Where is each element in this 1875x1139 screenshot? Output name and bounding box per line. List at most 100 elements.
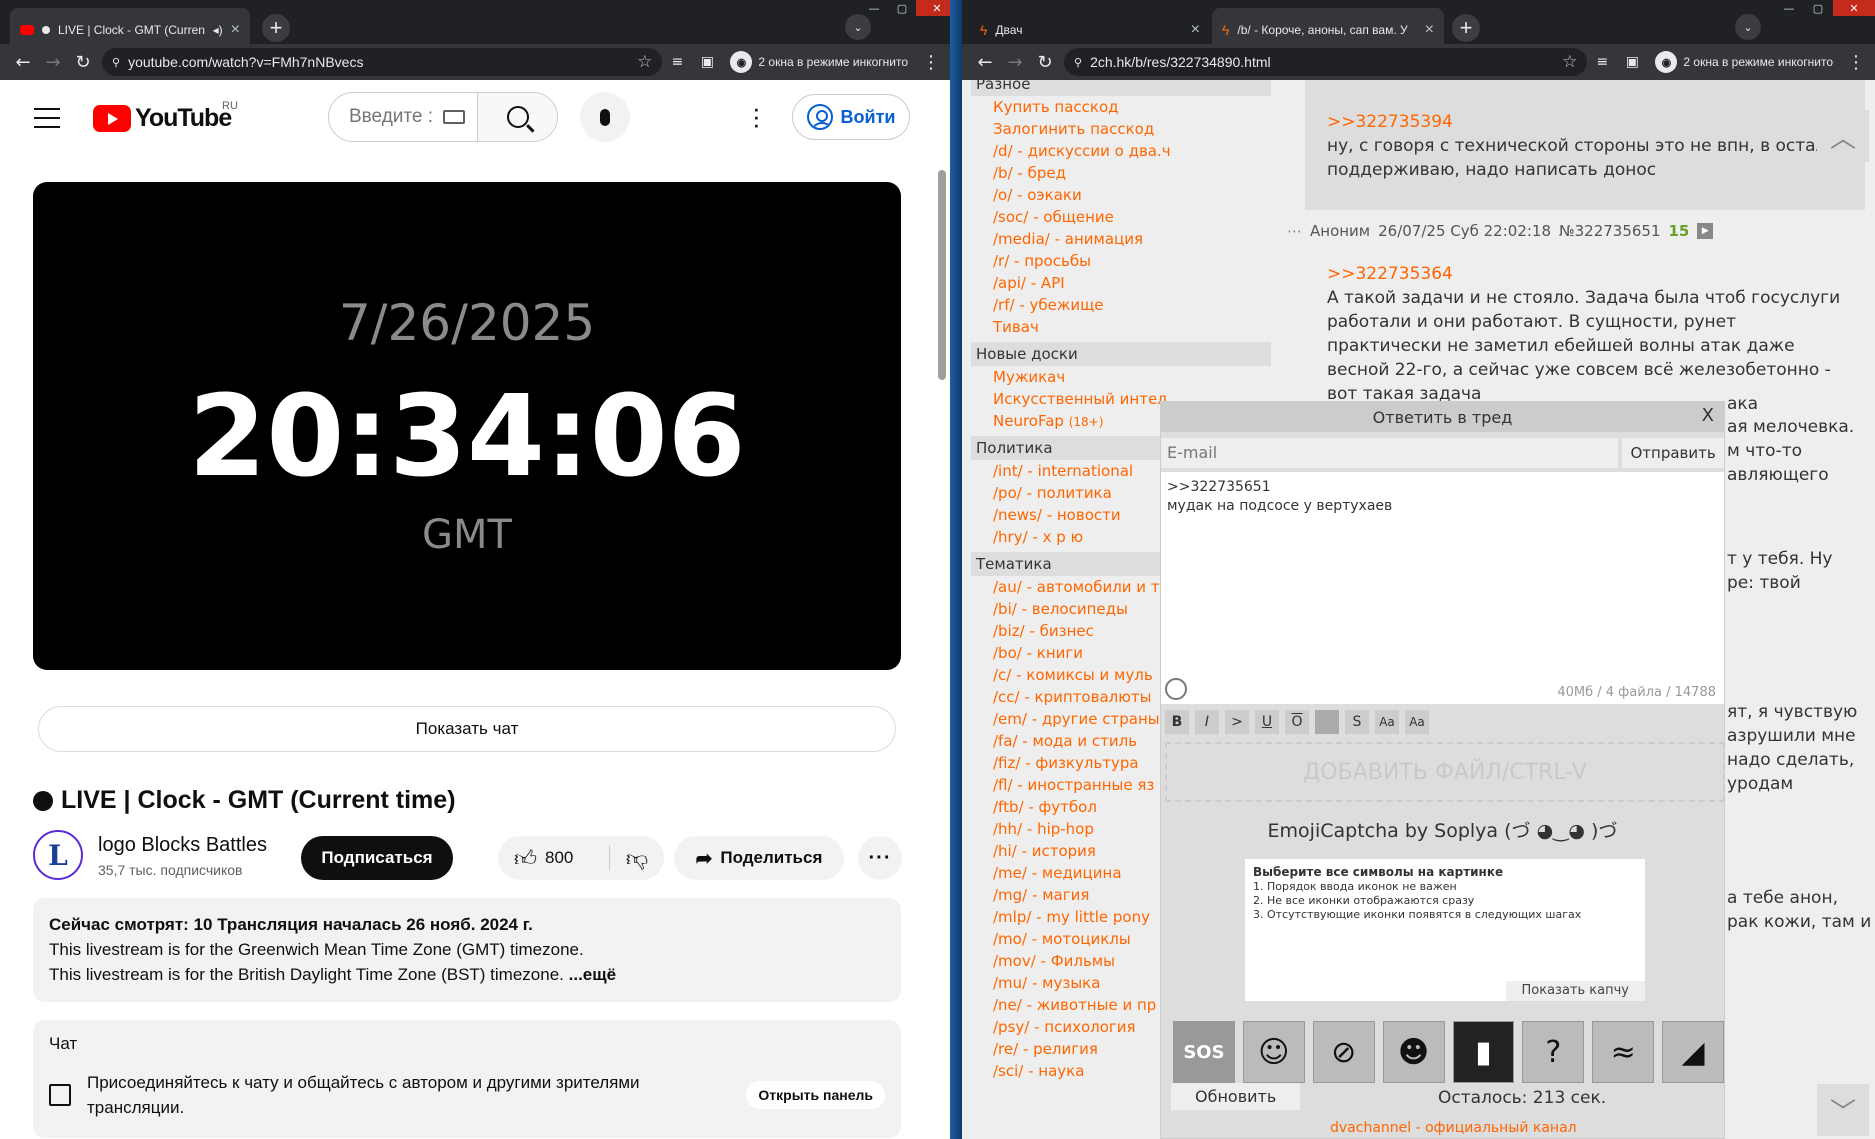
search-button[interactable] — [477, 93, 557, 141]
send-button[interactable]: Отправить — [1622, 438, 1724, 468]
side-panel-icon[interactable]: ▣ — [692, 48, 722, 76]
overline-button[interactable]: O — [1285, 710, 1309, 734]
site-info-icon[interactable]: ⚲ — [1074, 56, 1082, 69]
scroll-down-icon[interactable]: ﹀ — [1817, 1084, 1869, 1136]
page-scrollbar[interactable] — [938, 170, 946, 380]
board-link[interactable]: Залогинить пасскод — [971, 118, 1271, 140]
browser-menu-icon[interactable]: ⋮ — [916, 48, 946, 76]
cook-icon[interactable]: ☺ — [1242, 1021, 1305, 1083]
incognito-indicator[interactable]: ◉ 2 окна в режиме инкогнито — [722, 51, 916, 73]
bookmark-star-icon[interactable]: ☆ — [637, 52, 652, 72]
show-captcha-button[interactable]: Показать капчу — [1505, 981, 1645, 1001]
board-link[interactable]: /soc/ - общение — [971, 206, 1271, 228]
board-link[interactable]: /b/ - бред — [971, 162, 1271, 184]
side-panel-icon[interactable]: ▣ — [1617, 48, 1647, 76]
show-chat-button[interactable]: Показать чат — [38, 706, 896, 752]
board-link[interactable]: /media/ - анимация — [971, 228, 1271, 250]
superscript-button[interactable]: Aa — [1375, 710, 1399, 734]
close-tab-icon[interactable]: × — [1191, 21, 1200, 39]
youtube-logo[interactable]: YouTube — [93, 104, 232, 133]
message-textarea[interactable]: >>322735651 мудак на подсосе у вертухаев… — [1161, 472, 1724, 704]
signal-icon[interactable]: ▮ — [1452, 1021, 1515, 1083]
browser-menu-icon[interactable]: ⋮ — [1841, 48, 1871, 76]
new-tab-button[interactable]: + — [262, 14, 290, 42]
subscript-button[interactable]: Aa — [1405, 710, 1429, 734]
refresh-button[interactable]: Обновить — [1171, 1083, 1301, 1110]
search-input[interactable]: Введите : — [329, 93, 477, 141]
spoiler-button[interactable] — [1315, 710, 1339, 734]
address-bar[interactable]: ⚲ 2ch.hk/b/res/322734890.html ☆ — [1064, 48, 1588, 76]
address-bar[interactable]: ⚲ youtube.com/watch?v=FMh7nNBvecs ☆ — [102, 48, 663, 76]
subscribe-button[interactable]: Подписаться — [301, 836, 453, 880]
board-link[interactable]: /api/ - API — [971, 272, 1271, 294]
sos-icon[interactable]: SOS — [1173, 1021, 1235, 1083]
board-link[interactable]: /o/ - оэкаки — [971, 184, 1271, 206]
share-button[interactable]: ➦ Поделиться — [674, 836, 844, 880]
keyboard-icon[interactable] — [443, 110, 466, 124]
more-link[interactable]: ...ещё — [569, 965, 616, 984]
post-expand-icon[interactable]: ▶ — [1697, 223, 1714, 239]
voice-search-button[interactable] — [580, 92, 630, 142]
post-reply-link[interactable]: >>322735394 — [1327, 110, 1843, 134]
board-link[interactable]: Мужикач — [971, 366, 1271, 388]
audio-icon[interactable]: ◂) — [213, 23, 223, 37]
like-button[interactable]: 👍︎ 800 — [498, 845, 610, 872]
board-link[interactable]: /rf/ - убежище — [971, 294, 1271, 316]
incognito-indicator[interactable]: ◉ 2 окна в режиме инкогнито — [1647, 51, 1841, 73]
hamburger-menu-icon[interactable] — [34, 108, 60, 128]
ramen-icon[interactable]: ◢ — [1662, 1021, 1724, 1083]
post-menu-dots-icon[interactable]: ⋯ — [1287, 222, 1302, 240]
more-actions-icon[interactable]: ··· — [858, 836, 902, 880]
post-number[interactable]: №322735651 — [1559, 222, 1661, 240]
footer-link[interactable]: dvachannel - официальный канал — [1330, 1120, 1577, 1136]
video-player[interactable]: 7/26/2025 20:34:06 GMT — [33, 182, 901, 670]
forward-icon[interactable]: → — [1000, 48, 1030, 76]
new-tab-button[interactable]: + — [1452, 14, 1480, 42]
media-control-icon[interactable]: ≡ — [662, 48, 692, 76]
file-dropzone[interactable]: ДОБАВИТЬ ФАЙЛ/CTRL-V — [1165, 742, 1725, 802]
tab-search-icon[interactable]: ⌄ — [845, 14, 871, 40]
board-link[interactable]: Купить пасскод — [971, 96, 1271, 118]
back-icon[interactable]: ← — [8, 48, 38, 76]
back-icon[interactable]: ← — [970, 48, 1000, 76]
board-link[interactable]: Тивач — [971, 316, 1271, 338]
login-button[interactable]: Войти — [792, 94, 910, 140]
email-field[interactable]: E-mail — [1161, 438, 1619, 468]
close-window-icon[interactable]: ✕ — [1833, 0, 1875, 16]
bookmark-star-icon[interactable]: ☆ — [1562, 52, 1577, 72]
minimize-icon[interactable]: — — [1775, 0, 1803, 16]
question-icon[interactable]: ? — [1522, 1021, 1585, 1083]
dislike-button[interactable]: 👎︎ — [610, 845, 664, 872]
reload-icon[interactable]: ↻ — [68, 48, 98, 76]
bold-button[interactable]: B — [1165, 710, 1189, 734]
anon-toggle-icon[interactable] — [1165, 678, 1187, 700]
reload-icon[interactable]: ↻ — [1030, 48, 1060, 76]
muted-icon[interactable]: ⊘ — [1312, 1021, 1375, 1083]
channel-name[interactable]: logo Blocks Battles — [98, 834, 267, 857]
settings-dots-icon[interactable]: · · · — [752, 95, 761, 137]
reply-form-header[interactable]: Ответить в тред X — [1161, 402, 1724, 432]
maximize-icon[interactable]: ▢ — [1803, 0, 1833, 16]
board-link[interactable]: /r/ - просьбы — [971, 250, 1271, 272]
post-reply-link[interactable]: >>322735364 — [1327, 262, 1843, 286]
open-panel-button[interactable]: Открыть панель — [746, 1081, 885, 1109]
minimize-icon[interactable]: — — [860, 0, 888, 16]
scroll-up-icon[interactable]: ︿ — [1817, 110, 1869, 162]
forward-icon[interactable]: → — [38, 48, 68, 76]
swimmer-icon[interactable]: ≈ — [1592, 1021, 1655, 1083]
strike-button[interactable]: S — [1345, 710, 1369, 734]
board-link[interactable]: /d/ - дискуссии о два.ч — [971, 140, 1271, 162]
tab-search-icon[interactable]: ⌄ — [1735, 14, 1761, 40]
maximize-icon[interactable]: ▢ — [888, 0, 916, 16]
description-box[interactable]: Сейчас смотрят: 10 Трансляция началась 2… — [33, 898, 901, 1002]
face-icon[interactable]: ☻ — [1382, 1021, 1445, 1083]
close-tab-icon[interactable]: × — [1425, 21, 1434, 39]
channel-avatar[interactable]: L — [33, 830, 83, 880]
close-form-icon[interactable]: X — [1702, 405, 1714, 426]
italic-button[interactable]: I — [1195, 710, 1219, 734]
media-control-icon[interactable]: ≡ — [1587, 48, 1617, 76]
close-window-icon[interactable]: ✕ — [916, 0, 950, 16]
underline-button[interactable]: U — [1255, 710, 1279, 734]
site-info-icon[interactable]: ⚲ — [112, 56, 120, 69]
close-tab-icon[interactable]: × — [231, 21, 240, 39]
